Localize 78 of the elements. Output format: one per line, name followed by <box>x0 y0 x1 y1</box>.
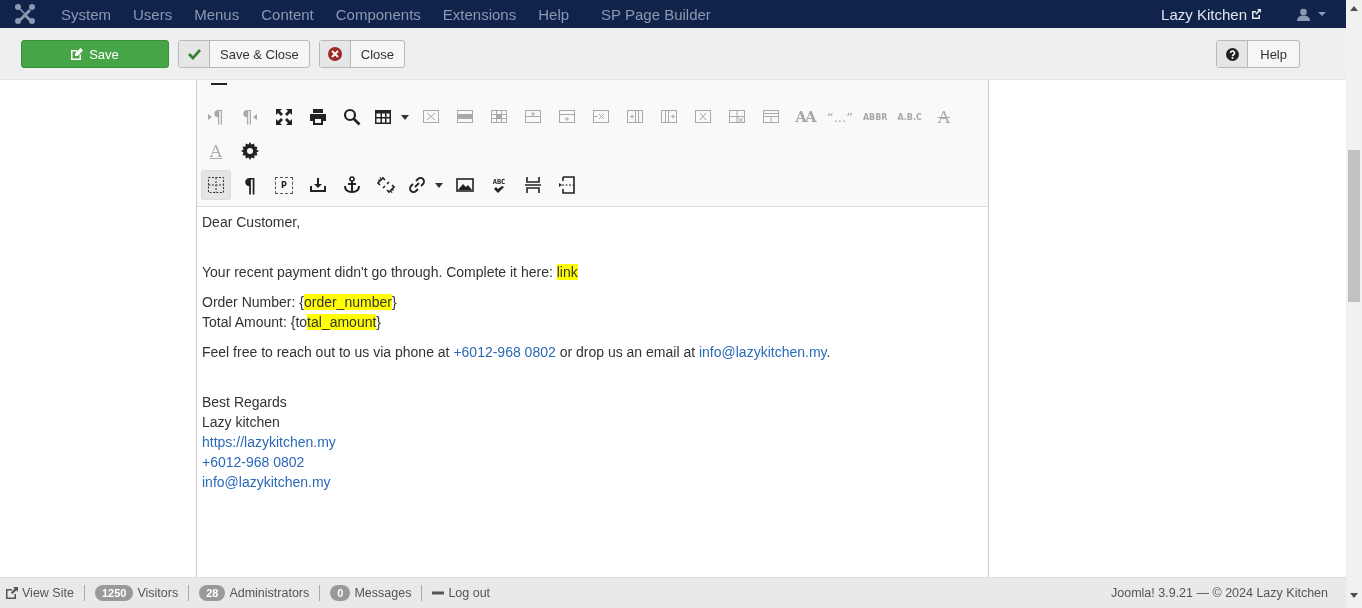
show-blocks-icon <box>207 176 225 194</box>
count-badge: 1250 <box>94 585 134 601</box>
insert-row-after-icon <box>558 108 576 126</box>
count-badge: 0 <box>330 585 351 601</box>
print-icon <box>309 108 327 126</box>
visual-aid-button[interactable]: P <box>269 170 299 200</box>
menu-item[interactable]: Help <box>538 5 570 23</box>
settings-icon <box>241 142 259 160</box>
menu-item[interactable]: Extensions <box>442 5 517 23</box>
help-button[interactable]: Help <box>1216 40 1300 68</box>
link[interactable]: info@lazykitchen.my <box>202 472 331 492</box>
delete-column-icon <box>694 108 712 126</box>
text-line: Your recent payment didn't go through. Complete it here: link <box>202 263 578 282</box>
triangle-icon <box>208 111 214 123</box>
status-link[interactable]: Administrators <box>229 586 310 600</box>
page-break-icon <box>524 176 542 194</box>
user-menu[interactable] <box>1297 7 1326 21</box>
count-badge: 28 <box>199 585 226 601</box>
external-link-icon <box>1251 9 1261 19</box>
menu-item[interactable]: SP Page Builder <box>601 5 711 23</box>
status-link[interactable]: Visitors <box>137 586 179 600</box>
save-button[interactable]: Save <box>21 40 169 68</box>
menu-item[interactable]: Menus <box>194 5 240 23</box>
split-cells-icon <box>728 108 746 126</box>
check-icon <box>494 185 504 193</box>
unlink-icon <box>377 176 395 194</box>
footer-text: Joomla! 3.9.21 — © 2024 Lazy Kitchen <box>1111 586 1328 600</box>
logout-link[interactable]: Log out <box>448 586 491 600</box>
scrollbar-thumb[interactable] <box>1348 150 1360 302</box>
template-icon <box>558 176 576 194</box>
status-link[interactable]: View Site <box>22 586 74 600</box>
help-icon <box>1225 47 1239 61</box>
cell-properties-icon <box>490 108 508 126</box>
text-line: Lazy kitchen <box>202 413 280 432</box>
caret-icon <box>1318 12 1326 16</box>
merge-cells-icon <box>762 108 780 126</box>
triangle-icon <box>252 111 258 123</box>
fullscreen-icon <box>275 108 293 126</box>
show-blocks-button[interactable] <box>201 170 231 200</box>
minus-icon <box>432 591 445 595</box>
visual-chars-button[interactable]: ¶ <box>235 170 265 200</box>
delete-table-icon <box>422 108 440 126</box>
table-icon <box>374 108 392 126</box>
status-link[interactable]: Messages <box>354 586 412 600</box>
scroll-up-arrow-icon <box>1350 6 1358 11</box>
site-link[interactable]: Lazy Kitchen <box>1161 5 1261 23</box>
menu-item[interactable]: Content <box>261 5 314 23</box>
delete-row-icon <box>592 108 610 126</box>
row-properties-icon <box>456 108 474 126</box>
close-button[interactable]: Close <box>318 40 405 68</box>
link[interactable]: https://lazykitchen.my <box>202 432 336 452</box>
link[interactable]: +6012-968 0802 <box>202 452 305 472</box>
caret-icon <box>435 182 443 188</box>
insert-column-before-icon <box>626 108 644 126</box>
joomla-logo-icon <box>14 3 36 25</box>
text-line: Best Regards <box>202 393 287 412</box>
insert-column-after-icon <box>660 108 678 126</box>
user-icon <box>1297 7 1310 21</box>
menu-item[interactable]: System <box>61 5 111 23</box>
link-icon <box>408 176 426 194</box>
check-icon <box>187 48 201 60</box>
external-link-icon <box>6 587 18 599</box>
save-close-button[interactable]: Save & Close <box>178 40 310 68</box>
link[interactable]: info@lazykitchen.my <box>698 344 827 360</box>
insert-row-before-icon <box>524 108 542 126</box>
anchor-icon <box>343 176 361 194</box>
text-line: Dear Customer, <box>202 213 301 232</box>
insert-icon <box>309 176 327 194</box>
search-icon <box>343 108 361 126</box>
image-icon <box>456 176 474 194</box>
link[interactable]: +6012-968 0802 <box>453 344 556 360</box>
scroll-down-arrow-icon <box>1350 593 1358 598</box>
menu-item[interactable]: Users <box>133 5 173 23</box>
caret-icon <box>401 114 409 120</box>
edit-icon <box>71 48 84 60</box>
text-line: Feel free to reach out to us via phone at +6012-968 0802 or drop us an email at info@lazykitchen.my. <box>202 343 831 362</box>
close-circle-icon <box>327 47 342 61</box>
menu-item[interactable]: Components <box>335 5 421 23</box>
